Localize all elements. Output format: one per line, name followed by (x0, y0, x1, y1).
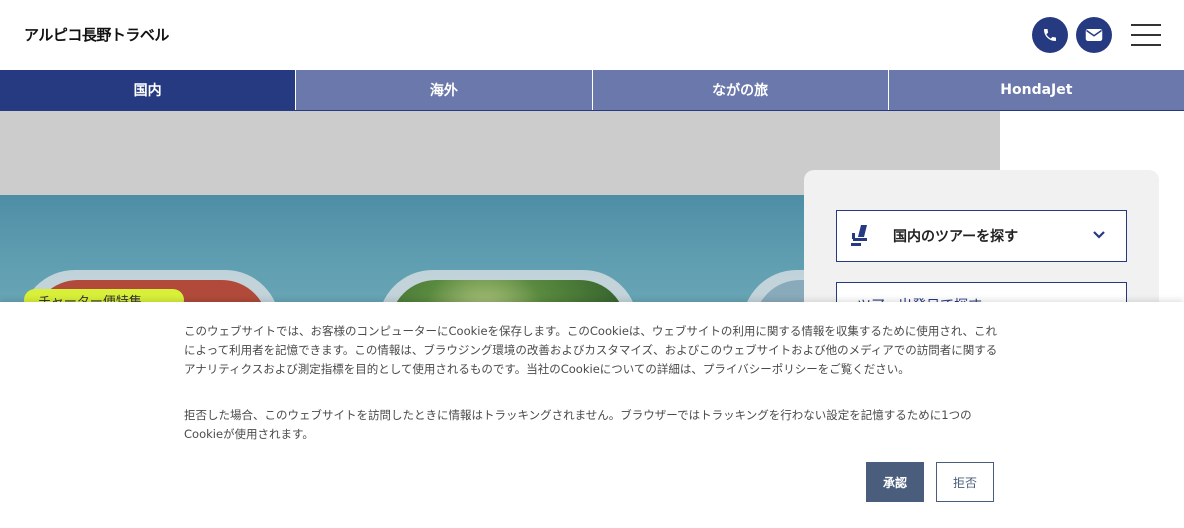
cookie-consent-banner: このウェブサイトでは、お客様のコンピューターにCookieを保存します。このCo… (0, 302, 1184, 528)
menu-line (1131, 24, 1161, 26)
cookie-notice-text: このウェブサイトでは、お客様のコンピューターにCookieを保存します。このCo… (184, 324, 998, 376)
domestic-tour-search[interactable]: 国内のツアーを探す (836, 210, 1127, 262)
cookie-reject-notice-text: 拒否した場合、このウェブサイトを訪問したときに情報はトラッキングされません。ブラ… (184, 408, 972, 441)
airplane-seat-icon (851, 225, 867, 246)
domestic-tour-label: 国内のツアーを探す (893, 229, 1019, 245)
phone-icon (1044, 29, 1056, 41)
mail-button[interactable] (1076, 17, 1112, 53)
reject-cookies-button[interactable]: 拒否 (936, 462, 994, 502)
accept-cookies-button[interactable]: 承認 (866, 462, 924, 502)
menu-line (1131, 44, 1161, 46)
tab-hondajet[interactable]: HondaJet (889, 70, 1184, 110)
menu-line (1131, 34, 1161, 36)
tab-domestic[interactable]: 国内 (0, 70, 297, 110)
chevron-down-icon (1093, 231, 1105, 239)
phone-button[interactable] (1032, 17, 1068, 53)
site-header: アルピコ長野トラベル (0, 0, 1184, 70)
site-logo[interactable]: アルピコ長野トラベル (24, 24, 169, 45)
tab-nagano-trip[interactable]: ながの旅 (593, 70, 889, 110)
mail-icon (1085, 29, 1103, 41)
category-nav: 国内 海外 ながの旅 HondaJet (0, 70, 1184, 111)
hamburger-menu-icon[interactable] (1131, 24, 1161, 46)
tab-overseas[interactable]: 海外 (296, 70, 593, 110)
